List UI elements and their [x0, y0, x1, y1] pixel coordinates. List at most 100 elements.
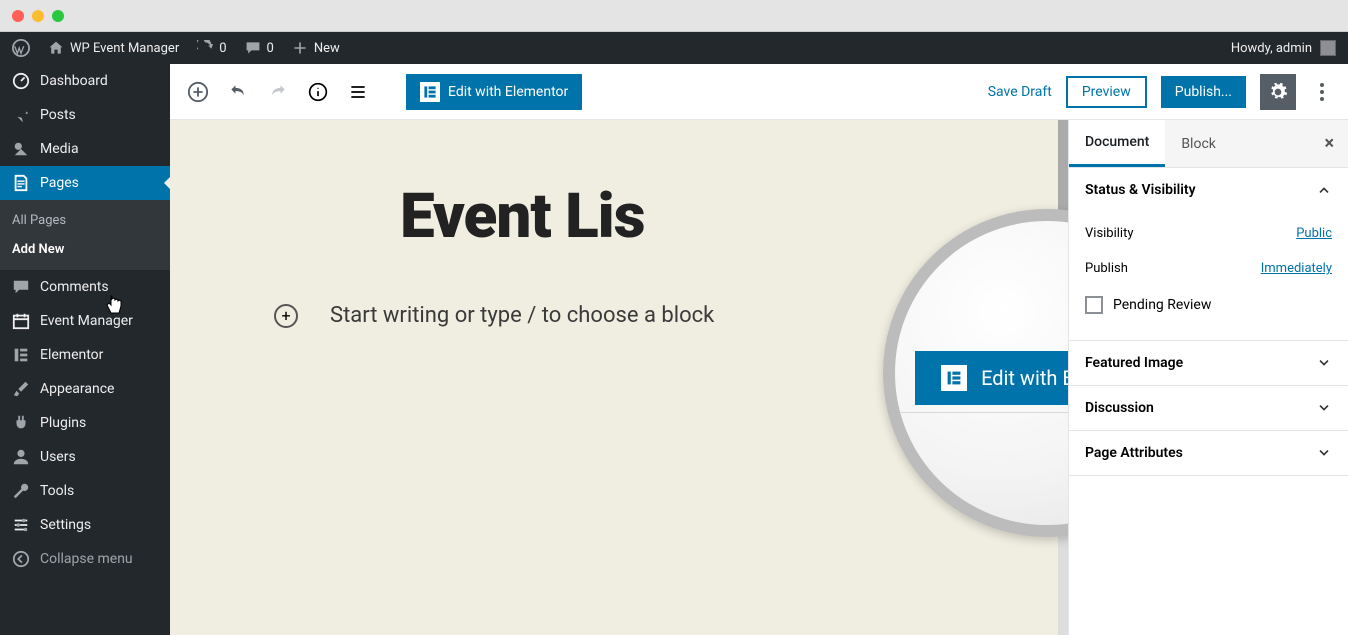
- sidebar-item-plugins[interactable]: Plugins: [0, 406, 170, 440]
- sidebar-item-tools[interactable]: Tools: [0, 474, 170, 508]
- sidebar-label: Comments: [40, 279, 109, 295]
- sidebar-label: Plugins: [40, 415, 86, 431]
- sidebar-sub-add-new[interactable]: Add New: [0, 235, 170, 264]
- wrench-icon: [12, 482, 30, 500]
- admin-bar: WP Event Manager 0 0 New Howdy, admin: [0, 32, 1348, 64]
- panel-header-featured-image[interactable]: Featured Image: [1069, 341, 1348, 385]
- wordpress-icon: [12, 39, 30, 57]
- window-close-button[interactable]: [12, 10, 24, 22]
- panel-section-status: Status & Visibility Visibility Public Pu…: [1069, 168, 1348, 341]
- chevron-down-icon: [1316, 445, 1332, 461]
- elementor-icon: [12, 346, 30, 364]
- sidebar-item-pages[interactable]: Pages: [0, 166, 170, 200]
- settings-toggle-button[interactable]: [1260, 74, 1296, 110]
- new-content-link[interactable]: New: [292, 40, 340, 56]
- sidebar-item-settings[interactable]: Settings: [0, 508, 170, 542]
- site-home-link[interactable]: WP Event Manager: [48, 40, 179, 56]
- panel-header-status[interactable]: Status & Visibility: [1069, 168, 1348, 212]
- editor-toolbar: Edit with Elementor Save Draft Preview P…: [170, 64, 1348, 120]
- dashboard-icon: [12, 72, 30, 90]
- tab-document[interactable]: Document: [1069, 120, 1165, 167]
- chevron-down-icon: [1316, 400, 1332, 416]
- howdy-text[interactable]: Howdy, admin: [1231, 41, 1312, 56]
- pending-review-checkbox[interactable]: Pending Review: [1085, 286, 1332, 324]
- window-minimize-button[interactable]: [32, 10, 44, 22]
- row-label: Publish: [1085, 261, 1128, 276]
- comments-link[interactable]: 0: [245, 40, 274, 56]
- sidebar-item-event-manager[interactable]: Event Manager: [0, 304, 170, 338]
- document-settings-panel: Document Block × Status & Visibility Vis…: [1068, 120, 1348, 635]
- tab-block[interactable]: Block: [1165, 122, 1232, 166]
- block-prompt-text: Start writing or type / to choose a bloc…: [330, 303, 714, 328]
- sidebar-item-media[interactable]: Media: [0, 132, 170, 166]
- cursor-pointer-icon: [105, 294, 123, 316]
- edit-with-elementor-button[interactable]: Edit with Elementor: [406, 74, 582, 110]
- info-icon: [308, 82, 328, 102]
- gear-icon: [1268, 82, 1288, 102]
- sidebar-label: Dashboard: [40, 73, 108, 89]
- sidebar-collapse-button[interactable]: Collapse menu: [0, 542, 170, 576]
- panel-header-page-attributes[interactable]: Page Attributes: [1069, 431, 1348, 475]
- sidebar-label: Settings: [40, 517, 91, 533]
- home-icon: [48, 40, 64, 56]
- sidebar-label: Appearance: [40, 381, 114, 397]
- comments-count: 0: [267, 41, 274, 56]
- visibility-row: Visibility Public: [1085, 216, 1332, 251]
- panel-tabs: Document Block ×: [1069, 120, 1348, 168]
- info-button[interactable]: [304, 78, 332, 106]
- list-icon: [348, 82, 368, 102]
- pin-icon: [12, 106, 30, 124]
- sidebar-item-users[interactable]: Users: [0, 440, 170, 474]
- save-draft-button[interactable]: Save Draft: [988, 84, 1052, 100]
- elementor-badge-icon: [941, 365, 967, 391]
- page-title-input[interactable]: Event Lis: [400, 180, 1028, 253]
- sidebar-sub-all-pages[interactable]: All Pages: [0, 206, 170, 235]
- wp-logo[interactable]: [12, 39, 30, 57]
- visibility-value-link[interactable]: Public: [1296, 226, 1332, 241]
- publish-button[interactable]: Publish...: [1161, 76, 1246, 108]
- sidebar-item-elementor[interactable]: Elementor: [0, 338, 170, 372]
- main-area: Edit with Elementor Save Draft Preview P…: [170, 64, 1348, 635]
- panel-header-label: Featured Image: [1085, 355, 1183, 371]
- button-label: Edit with Elementor: [448, 84, 568, 100]
- updates-link[interactable]: 0: [197, 40, 226, 56]
- brush-icon: [12, 380, 30, 398]
- outline-button[interactable]: [344, 78, 372, 106]
- redo-button[interactable]: [264, 78, 292, 106]
- checkbox-icon: [1085, 296, 1103, 314]
- sliders-icon: [12, 516, 30, 534]
- admin-sidebar: Dashboard Posts Media Pages All Pages Ad…: [0, 64, 170, 635]
- close-panel-button[interactable]: ×: [1310, 133, 1348, 154]
- undo-icon: [228, 82, 248, 102]
- sidebar-label: Collapse menu: [40, 551, 133, 567]
- row-label: Visibility: [1085, 226, 1134, 241]
- panel-section-page-attributes: Page Attributes: [1069, 431, 1348, 476]
- avatar[interactable]: [1320, 40, 1336, 56]
- more-options-button[interactable]: [1310, 83, 1334, 101]
- add-block-button[interactable]: [184, 78, 212, 106]
- sidebar-item-posts[interactable]: Posts: [0, 98, 170, 132]
- sidebar-label: Media: [40, 141, 79, 157]
- sidebar-item-dashboard[interactable]: Dashboard: [0, 64, 170, 98]
- window-maximize-button[interactable]: [52, 10, 64, 22]
- new-label: New: [314, 41, 340, 56]
- panel-section-discussion: Discussion: [1069, 386, 1348, 431]
- panel-section-featured-image: Featured Image: [1069, 341, 1348, 386]
- undo-button[interactable]: [224, 78, 252, 106]
- publish-value-link[interactable]: Immediately: [1261, 261, 1332, 276]
- plus-circle-icon: [187, 81, 209, 103]
- site-title: WP Event Manager: [70, 41, 179, 56]
- panel-header-label: Discussion: [1085, 400, 1154, 416]
- chevron-down-icon: [1316, 355, 1332, 371]
- sidebar-item-appearance[interactable]: Appearance: [0, 372, 170, 406]
- page-icon: [12, 174, 30, 192]
- elementor-badge-icon: [420, 82, 440, 102]
- window-chrome: [0, 0, 1348, 32]
- plus-icon: [292, 40, 308, 56]
- preview-button[interactable]: Preview: [1066, 76, 1147, 108]
- calendar-icon: [12, 312, 30, 330]
- panel-header-discussion[interactable]: Discussion: [1069, 386, 1348, 430]
- user-icon: [12, 448, 30, 466]
- sidebar-label: Users: [40, 449, 76, 465]
- sidebar-item-comments[interactable]: Comments: [0, 270, 170, 304]
